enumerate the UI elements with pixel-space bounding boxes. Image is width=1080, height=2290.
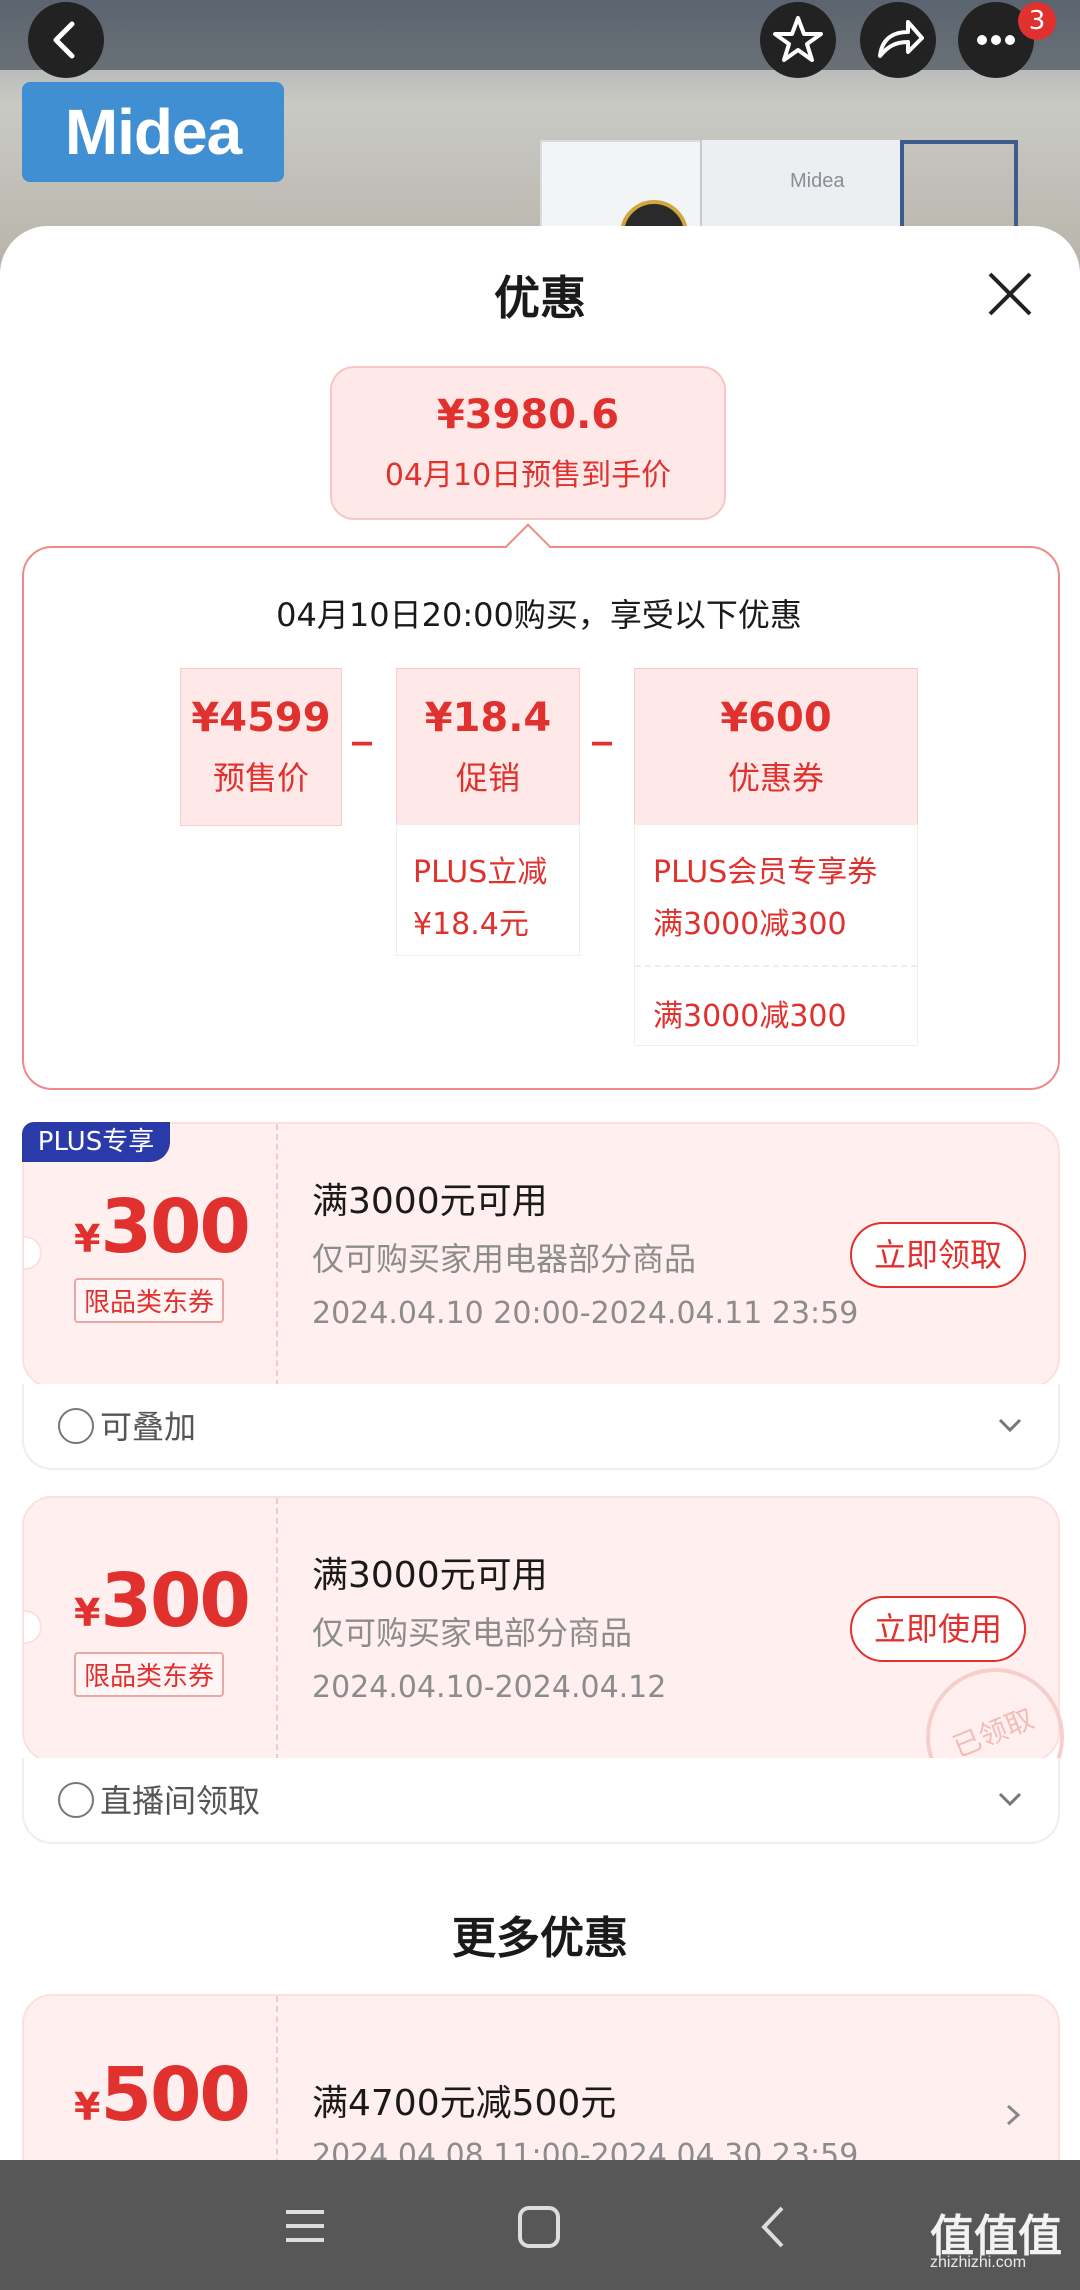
panel-title: 04月10日20:00购买，享受以下优惠 xyxy=(276,596,802,634)
star-icon xyxy=(773,16,823,62)
chevron-down-icon xyxy=(998,1792,1022,1807)
coupon-title: 满3000元可用 xyxy=(312,1555,548,1596)
brand-logo: Midea xyxy=(22,82,284,182)
presale-price-box: ¥4599 预售价 xyxy=(180,668,342,826)
coupon-total-label: 优惠券 xyxy=(727,759,824,797)
product-brand-mark: Midea xyxy=(790,170,845,192)
back-icon[interactable] xyxy=(752,2204,798,2250)
chevron-down-icon xyxy=(998,1418,1022,1433)
coupon-total-value: ¥600 xyxy=(720,695,832,741)
promotion-detail: PLUS立减 ¥18.4元 xyxy=(396,824,580,956)
notification-badge: 3 xyxy=(1018,2,1056,40)
favorite-button[interactable] xyxy=(760,2,836,78)
stackable-icon xyxy=(58,1408,94,1444)
more-offers-title: 更多优惠 xyxy=(452,1913,628,1964)
offer-title: 满4700元减500元 xyxy=(312,2083,617,2124)
close-button[interactable] xyxy=(980,264,1040,324)
coupon-footer-row[interactable]: 可叠加 xyxy=(22,1384,1060,1470)
coupon-total-box: ¥600 优惠券 xyxy=(634,668,918,826)
promotion-box: ¥18.4 促销 xyxy=(396,668,580,826)
final-price: ¥3980.6 xyxy=(436,392,620,438)
sheet-title: 优惠 xyxy=(494,271,586,325)
promotion-detail-line2: ¥18.4元 xyxy=(413,907,529,942)
coupon-footer-row[interactable]: 直播间领取 xyxy=(22,1758,1060,1844)
promotion-value: ¥18.4 xyxy=(424,695,552,741)
coupon-description: 仅可购买家电部分商品 xyxy=(312,1614,633,1652)
back-arrow-icon xyxy=(53,21,75,59)
coupon-title: 满3000元可用 xyxy=(312,1181,548,1222)
coupon-validity: 2024.04.10 20:00-2024.04.11 23:59 xyxy=(312,1296,859,1331)
coupon-description: 仅可购买家用电器部分商品 xyxy=(312,1240,697,1278)
currency-symbol: ¥ xyxy=(74,1217,101,1261)
coupon-detail-line3: 满3000减300 xyxy=(653,999,847,1034)
coupon-detail: PLUS会员专享券 满3000减300 满3000减300 xyxy=(634,824,918,1046)
currency-symbol: ¥ xyxy=(74,1591,101,1635)
minus-sign: _ xyxy=(352,700,372,746)
coupon-card: ¥300 限品类东券 满3000元可用 仅可购买家用电器部分商品 2024.04… xyxy=(22,1122,1060,1388)
offer-amount-value: 500 xyxy=(100,2052,250,2138)
coupon-footer-label: 直播间领取 xyxy=(100,1782,261,1820)
claim-coupon-button[interactable]: 立即领取 xyxy=(850,1222,1026,1288)
final-price-label: 04月10日预售到手价 xyxy=(384,458,672,493)
chevron-right-icon xyxy=(1006,2104,1021,2126)
promotion-detail-line1: PLUS立减 xyxy=(413,855,548,890)
divider xyxy=(276,1498,278,1760)
system-navigation-bar xyxy=(0,2160,1080,2290)
coupon-amount-value: 300 xyxy=(100,1184,250,1270)
presale-price-label: 预售价 xyxy=(212,759,309,797)
menu-icon[interactable] xyxy=(282,2204,328,2250)
coupon-notch xyxy=(24,1236,42,1270)
currency-symbol: ¥ xyxy=(74,2085,101,2129)
plus-exclusive-badge: PLUS专享 xyxy=(22,1122,170,1162)
watermark-domain: zhizhizhi.com xyxy=(930,2254,1027,2271)
coupon-type-tag: 限品类东券 xyxy=(74,1652,225,1697)
live-room-icon xyxy=(58,1782,94,1818)
offer-amount: ¥500 xyxy=(74,2052,254,2138)
coupon-detail-line2: 满3000减300 xyxy=(653,907,847,942)
coupon-validity: 2024.04.10-2024.04.12 xyxy=(312,1670,667,1705)
coupon-card: ¥300 限品类东券 满3000元可用 仅可购买家电部分商品 2024.04.1… xyxy=(22,1496,1060,1762)
coupon-notch xyxy=(24,1610,42,1644)
back-button[interactable] xyxy=(28,2,104,78)
coupon-amount: ¥300 xyxy=(74,1184,254,1270)
presale-price-value: ¥4599 xyxy=(191,695,331,741)
final-price-pill: ¥3980.6 04月10日预售到手价 xyxy=(330,366,726,520)
coupon-footer-label: 可叠加 xyxy=(100,1408,197,1446)
divider xyxy=(635,965,917,967)
coupon-detail-line1: PLUS会员专享券 xyxy=(653,855,878,890)
share-button[interactable] xyxy=(860,2,936,78)
home-icon[interactable] xyxy=(516,2204,562,2250)
use-coupon-button[interactable]: 立即使用 xyxy=(850,1596,1026,1662)
promotion-label: 促销 xyxy=(455,759,520,797)
coupon-type-tag: 限品类东券 xyxy=(74,1278,225,1323)
divider xyxy=(276,1124,278,1386)
minus-sign: _ xyxy=(592,700,612,746)
coupon-amount: ¥300 xyxy=(74,1558,254,1644)
coupon-amount-value: 300 xyxy=(100,1558,250,1644)
close-icon xyxy=(988,272,1032,316)
share-icon xyxy=(878,20,924,58)
